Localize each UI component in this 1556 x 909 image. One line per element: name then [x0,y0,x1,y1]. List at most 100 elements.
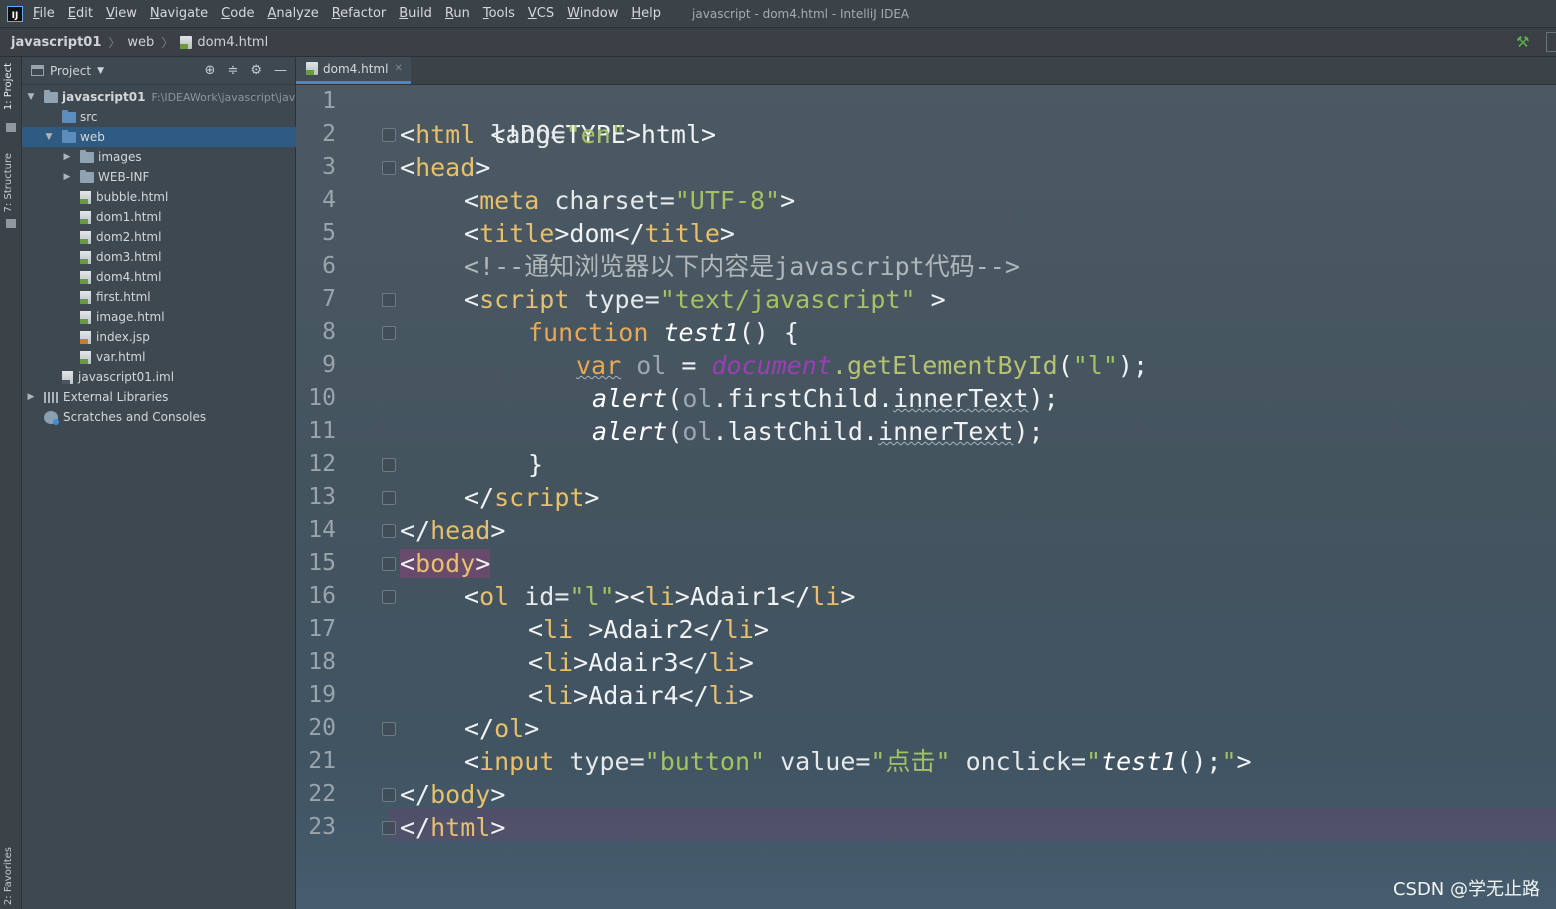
tree-item-file[interactable]: image.html [22,307,296,327]
tree-item-path: F:\IDEAWork\javascript\jav [151,90,296,104]
breadcrumb-folder[interactable]: web [127,35,154,50]
menu-view[interactable]: View [106,6,137,21]
fold-marker-icon[interactable] [382,293,396,307]
menu-vcs[interactable]: VCS [528,6,554,21]
fold-marker-icon[interactable] [382,590,396,604]
tree-item-file[interactable]: index.jsp [22,327,296,347]
code-area[interactable]: 1 2 3 4 5 6 7 8 9 10 11 12 13 14 15 16 1… [296,85,1556,909]
line-number: 20 [308,715,336,741]
fold-marker-icon[interactable] [382,161,396,175]
tree-item-label: dom4.html [96,270,162,284]
menu-analyze[interactable]: Analyze [267,6,318,21]
tree-item-web[interactable]: ▼ web [22,127,296,147]
tree-item-label: bubble.html [96,190,169,204]
tree-item-scratches[interactable]: Scratches and Consoles [22,407,296,427]
menu-run[interactable]: Run [445,6,470,21]
code-line-7: <script type="text/javascript" > [464,285,946,314]
tool-tab-project[interactable]: 1: Project [3,63,14,110]
hide-panel-icon[interactable]: — [274,63,287,78]
html-file-icon [80,210,91,224]
code-line-21: <input type="button" value="点击" onclick=… [464,747,1252,776]
web-folder-icon [62,129,76,143]
code-line-22: </body> [400,780,506,809]
fold-marker-icon[interactable] [382,491,396,505]
menu-edit[interactable]: Edit [68,6,93,21]
module-folder-icon [44,89,58,103]
editor-tab-label: dom4.html [323,61,389,76]
close-icon[interactable]: ✕ [394,63,402,74]
tree-item-iml[interactable]: javascript01.iml [22,367,296,387]
scratches-icon [44,410,59,425]
module-file-icon [62,370,73,384]
toolbar-overflow-button[interactable] [1546,32,1556,52]
gear-icon[interactable]: ⚙ [250,63,262,78]
structure-tool-icon[interactable] [6,219,16,228]
tree-item-file[interactable]: dom1.html [22,207,296,227]
tree-item-file[interactable]: var.html [22,347,296,367]
chevron-down-icon[interactable]: ▼ [26,92,36,102]
line-number: 23 [308,814,336,840]
menu-build[interactable]: Build [399,6,432,21]
code-line-18: <li>Adair3</li> [528,648,754,677]
chevron-down-icon[interactable]: ▼ [97,66,104,76]
code-line-19: <li>Adair4</li> [528,681,754,710]
menu-help[interactable]: Help [631,6,661,21]
chevron-right-icon[interactable]: ▶ [62,172,72,182]
tree-item-src[interactable]: src [22,107,296,127]
build-hammer-icon[interactable]: ⚒ [1516,34,1532,50]
breadcrumb-file[interactable]: dom4.html [180,35,268,50]
tree-item-file[interactable]: bubble.html [22,187,296,207]
code-line-23: </html> [400,813,506,842]
chevron-right-icon[interactable]: ▶ [62,152,72,162]
fold-marker-icon[interactable] [382,722,396,736]
tree-item-file[interactable]: dom4.html [22,267,296,287]
tree-item-label: image.html [96,310,165,324]
fold-marker-icon[interactable] [382,821,396,835]
collapse-all-icon[interactable]: ≑ [227,63,238,78]
menu-file[interactable]: File [33,6,55,21]
tree-item-images[interactable]: ▶ images [22,147,296,167]
fold-marker-icon[interactable] [382,557,396,571]
tree-item-label: index.jsp [96,330,150,344]
tree-item-file[interactable]: dom3.html [22,247,296,267]
project-tool-icon[interactable] [6,123,16,132]
chevron-down-icon[interactable]: ▼ [44,132,54,142]
menu-code[interactable]: Code [221,6,254,21]
locate-file-icon[interactable]: ⊕ [205,63,216,78]
code-line-1: <!DOCTYPE html> [490,120,717,149]
tool-tab-favorites[interactable]: 2: Favorites [3,847,14,905]
menu-tools[interactable]: Tools [483,6,515,21]
tree-item-label: web [80,130,105,144]
fold-marker-icon[interactable] [382,524,396,538]
line-number: 11 [308,418,336,444]
project-panel-header: Project ▼ ⊕ ≑ ⚙ — [22,57,295,85]
tree-item-project-root[interactable]: ▼ javascript01 F:\IDEAWork\javascript\ja… [22,87,296,107]
menu-navigate[interactable]: Navigate [150,6,208,21]
menu-refactor[interactable]: Refactor [332,6,387,21]
menu-window[interactable]: Window [567,6,618,21]
html-file-icon [180,35,193,49]
project-view-selector[interactable]: Project [50,64,91,78]
tool-tab-structure[interactable]: 7: Structure [3,153,14,212]
editor-tab-dom4[interactable]: dom4.html ✕ [296,57,411,84]
fold-marker-icon[interactable] [382,326,396,340]
fold-marker-icon[interactable] [382,128,396,142]
code-line-4: <meta charset="UTF-8"> [464,186,796,215]
chevron-right-icon[interactable]: ▶ [26,392,36,402]
code-line-14: </head> [400,516,506,545]
fold-marker-icon[interactable] [382,458,396,472]
line-number: 12 [308,451,336,477]
breadcrumb-project[interactable]: javascript01 [11,35,101,50]
line-number: 5 [322,220,336,246]
folder-icon [80,169,94,183]
tree-item-label: External Libraries [63,390,169,404]
fold-marker-icon[interactable] [382,788,396,802]
line-number: 16 [308,583,336,609]
tree-item-file[interactable]: dom2.html [22,227,296,247]
libraries-icon [44,391,58,403]
tree-item-external-libraries[interactable]: ▶ External Libraries [22,387,296,407]
tree-item-label: dom2.html [96,230,162,244]
tree-item-web-inf[interactable]: ▶ WEB-INF [22,167,296,187]
html-file-icon [80,350,91,364]
tree-item-file[interactable]: first.html [22,287,296,307]
